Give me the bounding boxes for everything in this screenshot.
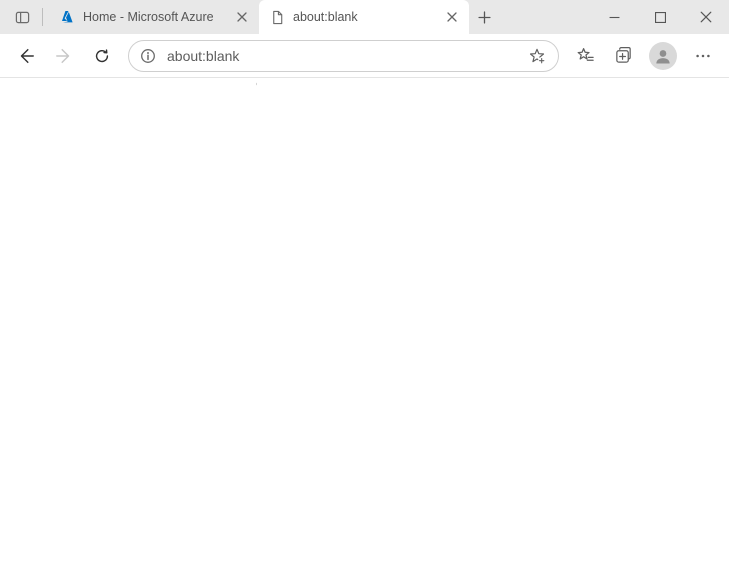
collections-icon <box>614 46 633 65</box>
star-plus-icon <box>528 47 546 65</box>
titlebar-drag-area[interactable] <box>499 0 591 34</box>
tab-blank[interactable]: about:blank <box>259 0 469 34</box>
collections-button[interactable] <box>605 38 641 74</box>
address-bar[interactable] <box>128 40 559 72</box>
refresh-icon <box>93 47 111 65</box>
info-icon <box>140 48 156 64</box>
minimize-button[interactable] <box>591 0 637 34</box>
maximize-button[interactable] <box>637 0 683 34</box>
arrow-left-icon <box>17 47 35 65</box>
tab-close-button[interactable] <box>233 8 251 26</box>
site-info-button[interactable] <box>139 47 157 65</box>
new-tab-button[interactable] <box>469 0 499 34</box>
azure-icon <box>59 9 75 25</box>
settings-menu-button[interactable] <box>685 38 721 74</box>
add-favorite-button[interactable] <box>526 45 548 67</box>
back-button[interactable] <box>8 38 44 74</box>
refresh-button[interactable] <box>84 38 120 74</box>
tab-actions-icon <box>15 10 30 25</box>
address-bar-wrap <box>128 40 559 72</box>
close-icon <box>447 12 457 22</box>
ellipsis-icon <box>694 47 712 65</box>
maximize-icon <box>655 12 666 23</box>
tab-title: about:blank <box>293 10 435 24</box>
address-bar-right <box>526 45 548 67</box>
tab-title: Home - Microsoft Azure <box>83 10 225 24</box>
favorites-button[interactable] <box>567 38 603 74</box>
tab-actions-button[interactable] <box>8 0 36 34</box>
browser-window: Home - Microsoft Azure about:blank <box>0 0 729 579</box>
profile-button[interactable] <box>649 42 677 70</box>
titlebar: Home - Microsoft Azure about:blank <box>0 0 729 34</box>
star-lines-icon <box>576 46 595 65</box>
page-icon <box>269 9 285 25</box>
tabs-divider <box>42 8 43 26</box>
plus-icon <box>478 11 491 24</box>
close-icon <box>700 11 712 23</box>
window-controls <box>591 0 729 34</box>
page-content <box>0 78 729 579</box>
tab-close-button[interactable] <box>443 8 461 26</box>
close-icon <box>237 12 247 22</box>
forward-button[interactable] <box>46 38 82 74</box>
minimize-icon <box>609 12 620 23</box>
toolbar <box>0 34 729 78</box>
titlebar-left <box>0 0 49 34</box>
url-input[interactable] <box>167 41 516 71</box>
person-icon <box>653 46 673 66</box>
text-cursor-icon <box>256 76 257 92</box>
close-window-button[interactable] <box>683 0 729 34</box>
arrow-right-icon <box>55 47 73 65</box>
tab-azure[interactable]: Home - Microsoft Azure <box>49 0 259 34</box>
